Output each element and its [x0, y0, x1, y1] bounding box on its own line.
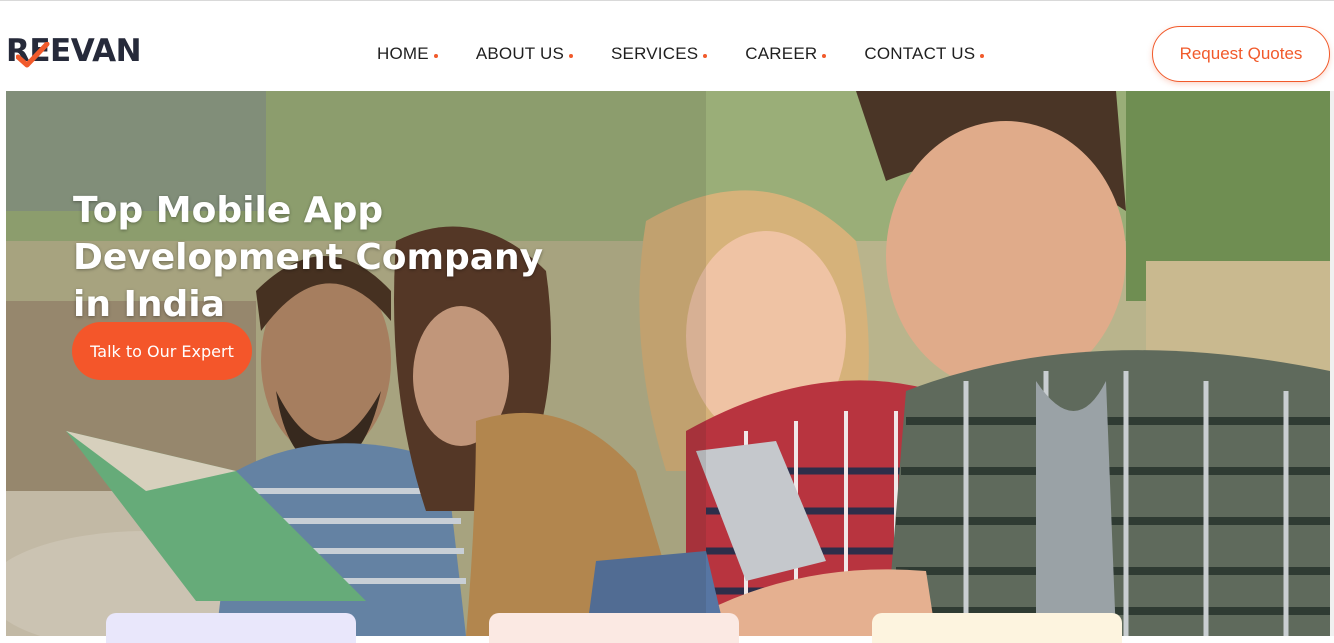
site-header: REEVAN HOME ABOUT US SERVICES CAREER CON… — [0, 1, 1334, 91]
nav-about-us[interactable]: ABOUT US — [475, 44, 574, 64]
nav-career[interactable]: CAREER — [745, 44, 827, 64]
nav-about-us-label: ABOUT US — [475, 44, 565, 63]
nav-home-label: HOME — [377, 44, 429, 63]
nav-dot-icon — [822, 53, 827, 58]
nav-career-label: CAREER — [745, 44, 818, 63]
nav-dot-icon — [433, 53, 438, 58]
nav-dot-icon — [703, 53, 708, 58]
hero-banner: Top Mobile App Development Company in In… — [6, 91, 1330, 636]
nav-services[interactable]: SERVICES — [611, 44, 708, 64]
hero-title: Top Mobile App Development Company in In… — [73, 190, 544, 326]
nav-dot-icon — [569, 53, 574, 58]
brand-logo[interactable]: REEVAN — [6, 34, 171, 68]
nav-home[interactable]: HOME — [377, 44, 438, 64]
feature-card-3 — [872, 613, 1122, 643]
feature-card-1 — [106, 613, 356, 643]
request-quotes-button[interactable]: Request Quotes — [1152, 26, 1330, 82]
nav-contact-us[interactable]: CONTACT US — [864, 44, 985, 64]
nav-contact-us-label: CONTACT US — [864, 44, 976, 63]
page-edge — [1330, 91, 1334, 636]
main-nav: HOME ABOUT US SERVICES CAREER CONTACT US — [377, 44, 1022, 64]
feature-card-2 — [489, 613, 739, 643]
talk-to-expert-button[interactable]: Talk to Our Expert — [72, 322, 252, 380]
nav-dot-icon — [980, 53, 985, 58]
logo-checkmark-icon — [16, 42, 50, 68]
nav-services-label: SERVICES — [611, 44, 699, 63]
